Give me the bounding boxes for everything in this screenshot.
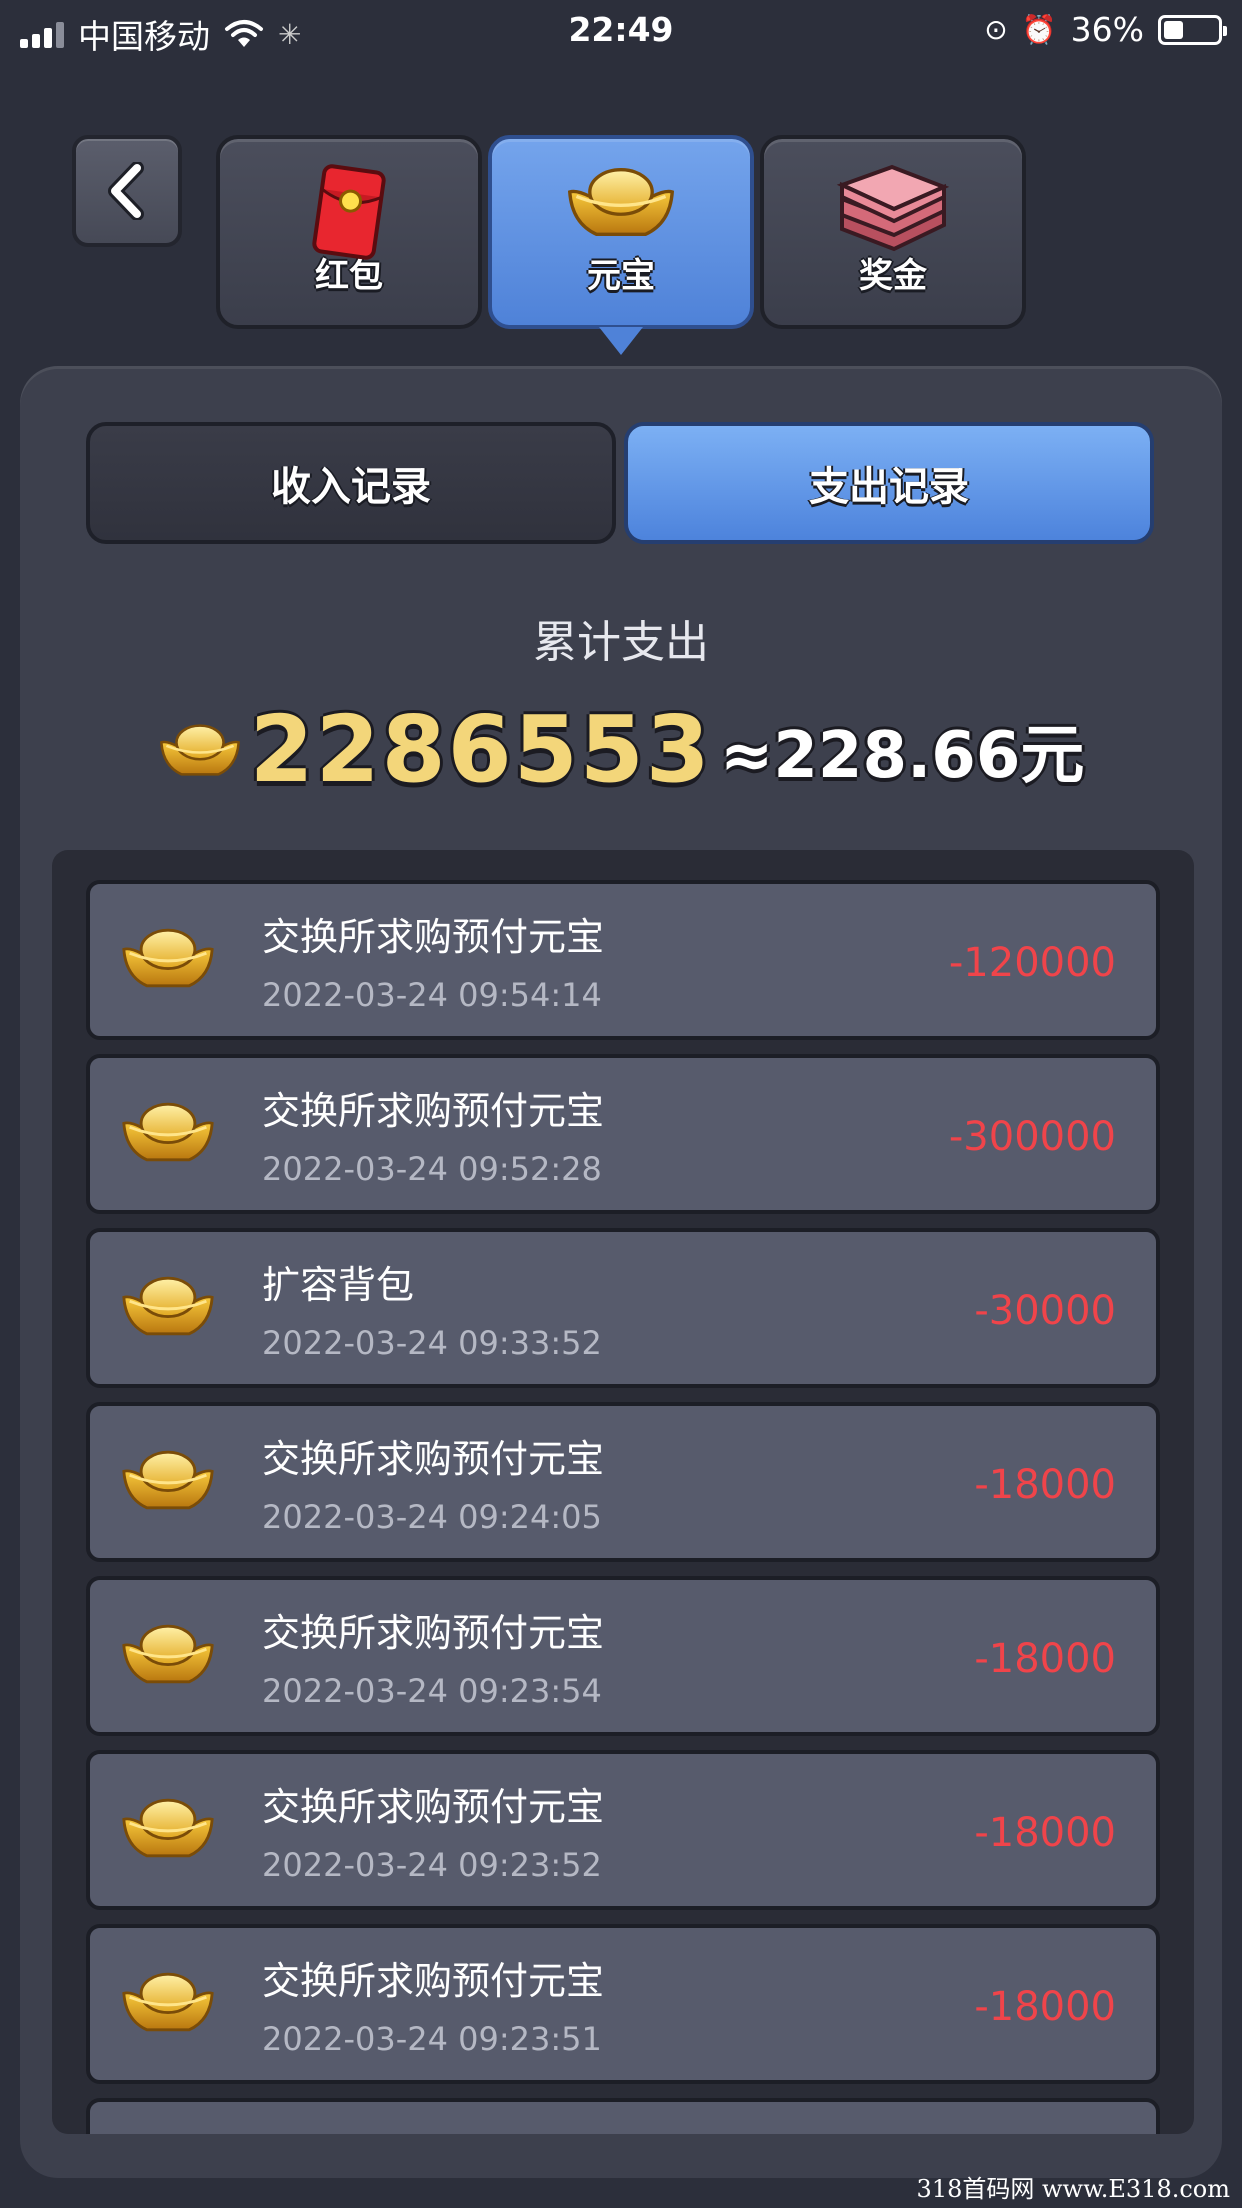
record-amount: -30000 (974, 1288, 1116, 1334)
gold-ingot-icon (120, 924, 216, 992)
list-item: 交换所求购预付元宝 2022-03-24 09:23:51 -18000 (86, 1924, 1160, 2084)
record-time: 2022-03-24 09:33:52 (262, 1324, 602, 1362)
total-expense-amount: 2286553 (249, 696, 712, 803)
record-amount: -300000 (948, 1114, 1116, 1160)
record-title: 交换所求购预付元宝 (262, 1959, 605, 2003)
record-amount: -18000 (974, 1636, 1116, 1682)
red-envelope-icon (312, 164, 386, 260)
gold-ingot-icon (120, 1968, 216, 2036)
tab-bonus[interactable]: 奖金 (760, 135, 1026, 329)
gold-ingot-icon (120, 1098, 216, 1166)
records-panel: 收入记录 支出记录 累计支出 2286553 ≈228.66元 交换所求购预付元… (20, 366, 1222, 2178)
list-item: 交换所求购预付元宝 2022-03-24 09:54:14 -120000 (86, 880, 1160, 1040)
gold-ingot-icon (565, 163, 677, 241)
gold-ingot-icon (120, 1620, 216, 1688)
record-amount: -120000 (948, 940, 1116, 986)
tab-expense-records[interactable]: 支出记录 (624, 422, 1154, 544)
back-button[interactable] (72, 135, 182, 247)
list-item: 交换所求购预付元宝 2022-03-24 09:52:28 -300000 (86, 1054, 1160, 1214)
battery-level (1164, 20, 1183, 39)
record-time: 2022-03-24 09:24:05 (262, 1498, 602, 1536)
record-time: 2022-03-24 09:23:54 (262, 1672, 602, 1710)
alarm-icon: ⏰ (1021, 13, 1057, 46)
record-amount: -18000 (974, 1984, 1116, 2030)
record-title: 扩容背包 (262, 1263, 415, 1307)
total-expense-label: 累计支出 (533, 617, 709, 668)
list-item: 扩容背包 2022-03-24 09:33:52 -30000 (86, 1228, 1160, 1388)
tab-income-records[interactable]: 收入记录 (86, 422, 616, 544)
record-title: 交换所求购预付元宝 (262, 1437, 605, 1481)
watermark: 318首码网 www.E318.com (916, 2175, 1230, 2203)
rotation-lock-icon: ⊙ (984, 13, 1008, 46)
tab-label: 奖金 (859, 256, 927, 296)
tab-label: 元宝 (587, 256, 655, 296)
battery-icon (1158, 14, 1227, 45)
list-item: 交换所求购预付元宝 2022-03-24 09:23:54 -18000 (86, 1576, 1160, 1736)
record-time: 2022-03-24 09:23:51 (262, 2020, 602, 2058)
battery-percent: 36% (1070, 10, 1144, 49)
gold-ingot-icon (158, 720, 242, 780)
chevron-left-icon (108, 162, 144, 220)
record-list[interactable]: 交换所求购预付元宝 2022-03-24 09:54:14 -120000 交换所求购… (52, 850, 1194, 2134)
gold-ingot-icon (120, 1272, 216, 1340)
list-item: 交换所求购预付元宝 2022-03-24 09:23:52 -18000 (86, 1750, 1160, 1910)
gold-ingot-icon (120, 1794, 216, 1862)
total-expense-yuan: ≈228.66元 (719, 718, 1085, 793)
status-bar-right: ⊙ ⏰ 36% (984, 10, 1227, 49)
record-time: 2022-03-24 09:54:14 (262, 976, 602, 1014)
tab-gold-ingot[interactable]: 元宝 (488, 135, 754, 355)
record-title: 交换所求购预付元宝 (262, 1089, 605, 1133)
list-item: 交换所求购预付元宝 2022-03-24 09:24:05 -18000 (86, 1402, 1160, 1562)
record-title: 交换所求购预付元宝 (262, 1611, 605, 1655)
tab-red-envelope[interactable]: 红包 (216, 135, 482, 329)
total-expense-row: 2286553 ≈228.66元 (20, 696, 1222, 803)
record-time: 2022-03-24 09:23:52 (262, 1846, 602, 1884)
status-bar: 中国移动 ✳ 22:49 ⊙ ⏰ 36% (0, 0, 1242, 62)
record-amount: -18000 (974, 1810, 1116, 1856)
record-time: 2022-03-24 09:52:28 (262, 1150, 602, 1188)
record-title: 交换所求购预付元宝 (262, 1785, 605, 1829)
record-title: 交换所求购预付元宝 (262, 915, 605, 959)
gold-ingot-icon (120, 1446, 216, 1514)
record-amount: -18000 (974, 1462, 1116, 1508)
list-item (86, 2098, 1160, 2134)
cash-bundle-icon (836, 164, 950, 252)
